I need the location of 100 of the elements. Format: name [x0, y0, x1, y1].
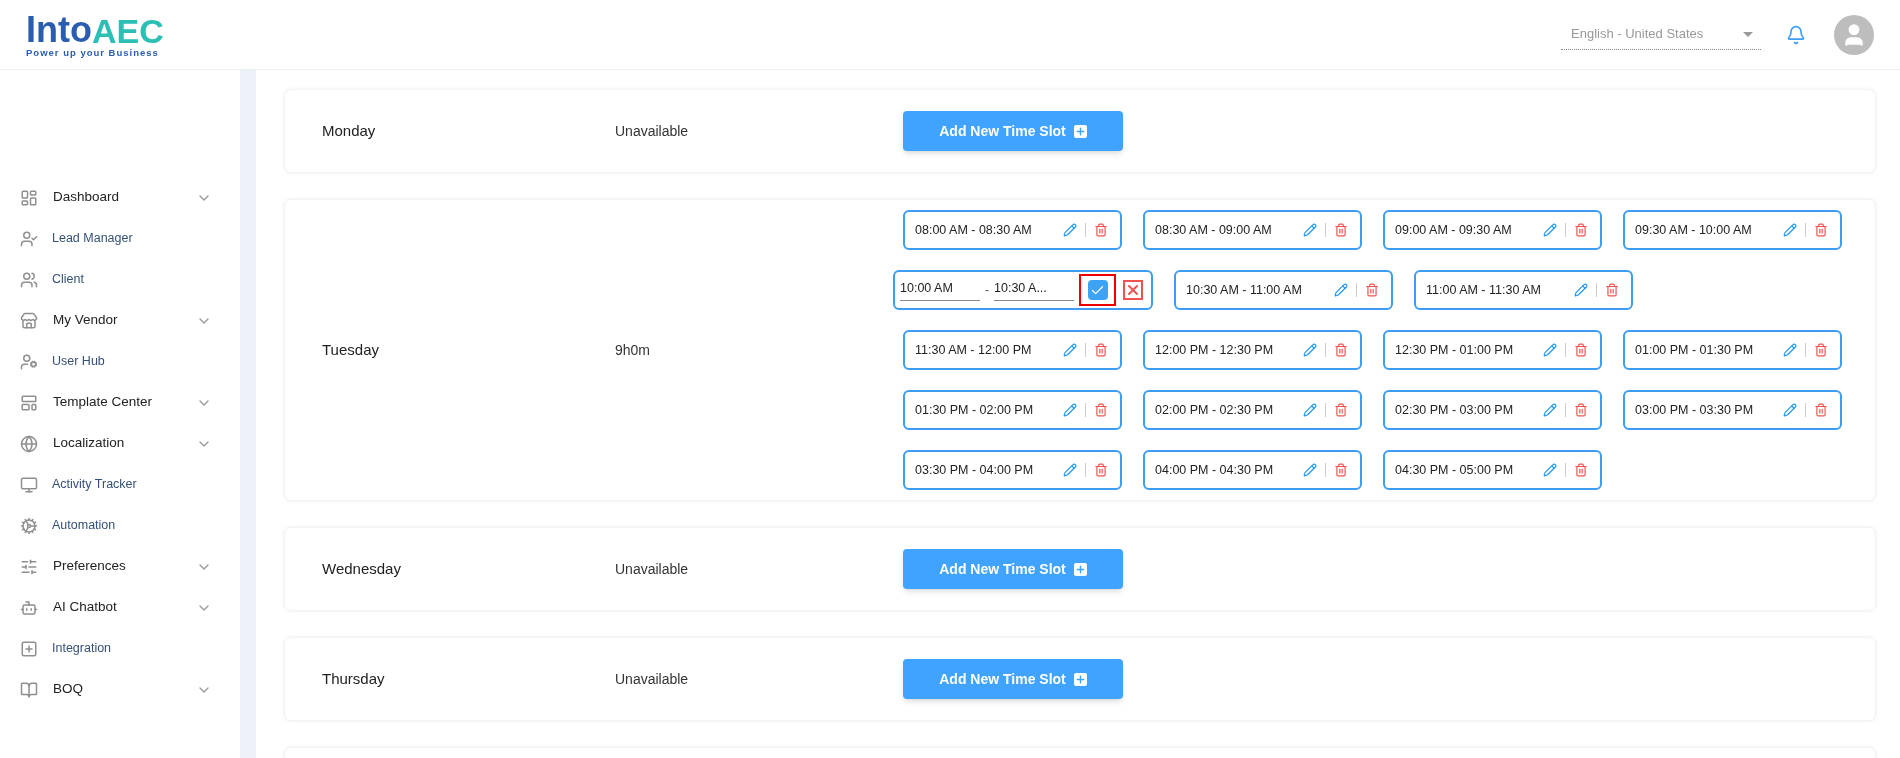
slot-time: 04:00 PM - 04:30 PM	[1155, 461, 1275, 479]
delete-button[interactable]	[1094, 223, 1108, 237]
trash-icon	[1814, 343, 1828, 357]
delete-button[interactable]	[1574, 343, 1588, 357]
edit-button[interactable]	[1543, 223, 1557, 237]
trash-icon	[1334, 343, 1348, 357]
trash-icon	[1574, 223, 1588, 237]
edit-button[interactable]	[1063, 463, 1077, 477]
logo-mark: AEC	[92, 13, 164, 48]
delete-button[interactable]	[1574, 403, 1588, 417]
edit-button[interactable]	[1543, 403, 1557, 417]
pencil-icon	[1063, 223, 1077, 237]
sidebar-item[interactable]: Localization	[20, 423, 212, 464]
slot-time: 08:30 AM - 09:00 AM	[1155, 221, 1273, 239]
edit-button[interactable]	[1303, 403, 1317, 417]
day-status: Unavailable	[615, 559, 690, 579]
cancel-button[interactable]	[1123, 280, 1143, 300]
slot-time: 03:30 PM - 04:00 PM	[915, 461, 1035, 479]
edit-button[interactable]	[1303, 463, 1317, 477]
slot-time: 09:30 AM - 10:00 AM	[1635, 221, 1753, 239]
pencil-icon	[1783, 223, 1797, 237]
start-time-field[interactable]: 10:00 AM	[900, 279, 980, 301]
sidebar-item[interactable]: Template Center	[20, 382, 212, 423]
slot-time: 12:00 PM - 12:30 PM	[1155, 341, 1275, 359]
delete-button[interactable]	[1574, 463, 1588, 477]
day-status: 9h0m	[615, 340, 652, 360]
edit-button[interactable]	[1303, 343, 1317, 357]
delete-button[interactable]	[1814, 223, 1828, 237]
edit-button[interactable]	[1783, 223, 1797, 237]
slot-time: 10:30 AM - 11:00 AM	[1186, 281, 1303, 299]
trash-icon	[1334, 403, 1348, 417]
slot-time: 11:00 AM - 11:30 AM	[1426, 281, 1542, 299]
edit-button[interactable]	[1783, 403, 1797, 417]
delete-button[interactable]	[1334, 463, 1348, 477]
user-gear-icon	[20, 352, 38, 371]
edit-button[interactable]	[1063, 403, 1077, 417]
day-status: Unavailable	[615, 121, 690, 141]
sidebar-item[interactable]: BOQ	[20, 669, 212, 710]
slot-time: 01:00 PM - 01:30 PM	[1635, 341, 1755, 359]
plus-icon	[1073, 672, 1087, 686]
sidebar-item[interactable]: Dashboard	[20, 177, 212, 218]
check-icon	[1087, 280, 1108, 300]
users-icon	[20, 270, 38, 289]
delete-button[interactable]	[1334, 343, 1348, 357]
avatar[interactable]	[1834, 14, 1874, 55]
dashboard-icon	[20, 188, 38, 207]
edit-button[interactable]	[1063, 343, 1077, 357]
sidebar-item[interactable]: Automation	[20, 505, 212, 546]
pencil-icon	[1063, 403, 1077, 417]
slot-time: 11:30 AM - 12:00 PM	[915, 341, 1033, 359]
sidebar-item[interactable]: Integration	[20, 628, 212, 669]
edit-button[interactable]	[1574, 283, 1588, 297]
slot-time: 02:00 PM - 02:30 PM	[1155, 401, 1275, 419]
delete-button[interactable]	[1365, 283, 1379, 297]
trash-icon	[1814, 403, 1828, 417]
delete-button[interactable]	[1574, 223, 1588, 237]
trash-icon	[1365, 283, 1379, 297]
sidebar-item[interactable]: AI Chatbot	[20, 587, 212, 628]
pencil-icon	[1303, 403, 1317, 417]
delete-button[interactable]	[1814, 343, 1828, 357]
caret-icon	[1743, 31, 1753, 37]
pencil-icon	[1543, 343, 1557, 357]
logo-word: Into	[26, 11, 92, 48]
sidebar-item[interactable]: User Hub	[20, 341, 212, 382]
slot-time: 08:00 AM - 08:30 AM	[915, 221, 1033, 239]
slot-time: 03:00 PM - 03:30 PM	[1635, 401, 1755, 419]
pencil-icon	[1574, 283, 1588, 297]
delete-button[interactable]	[1814, 403, 1828, 417]
slot-time: 01:30 PM - 02:00 PM	[915, 401, 1035, 419]
edit-button[interactable]	[1303, 223, 1317, 237]
delete-button[interactable]	[1334, 223, 1348, 237]
close-icon	[1125, 282, 1141, 298]
delete-button[interactable]	[1605, 283, 1619, 297]
edit-button[interactable]	[1543, 343, 1557, 357]
end-time-field[interactable]: 10:30 A...	[994, 279, 1074, 301]
day-status: Unavailable	[615, 669, 690, 689]
edit-button[interactable]	[1783, 343, 1797, 357]
day-name: Monday	[322, 120, 377, 141]
edit-button[interactable]	[1334, 283, 1348, 297]
sidebar-item[interactable]: Client	[20, 259, 212, 300]
confirm-button[interactable]	[1079, 274, 1116, 306]
pencil-icon	[1543, 463, 1557, 477]
delete-button[interactable]	[1094, 343, 1108, 357]
trash-icon	[1094, 343, 1108, 357]
sidebar-item[interactable]: Preferences	[20, 546, 212, 587]
edit-button[interactable]	[1543, 463, 1557, 477]
delete-button[interactable]	[1094, 463, 1108, 477]
delete-button[interactable]	[1094, 403, 1108, 417]
trash-icon	[1094, 223, 1108, 237]
sidebar-item[interactable]: My Vendor	[20, 300, 212, 341]
trash-icon	[1334, 463, 1348, 477]
delete-button[interactable]	[1334, 403, 1348, 417]
edit-button[interactable]	[1063, 223, 1077, 237]
trash-icon	[1094, 463, 1108, 477]
sidebar-item[interactable]: Lead Manager	[20, 218, 212, 259]
day-name: Thursday	[322, 668, 386, 689]
slot-time: 12:30 PM - 01:00 PM	[1395, 341, 1515, 359]
notifications-button[interactable]	[1786, 24, 1806, 45]
sidebar-item[interactable]: Activity Tracker	[20, 464, 212, 505]
trash-icon	[1094, 403, 1108, 417]
